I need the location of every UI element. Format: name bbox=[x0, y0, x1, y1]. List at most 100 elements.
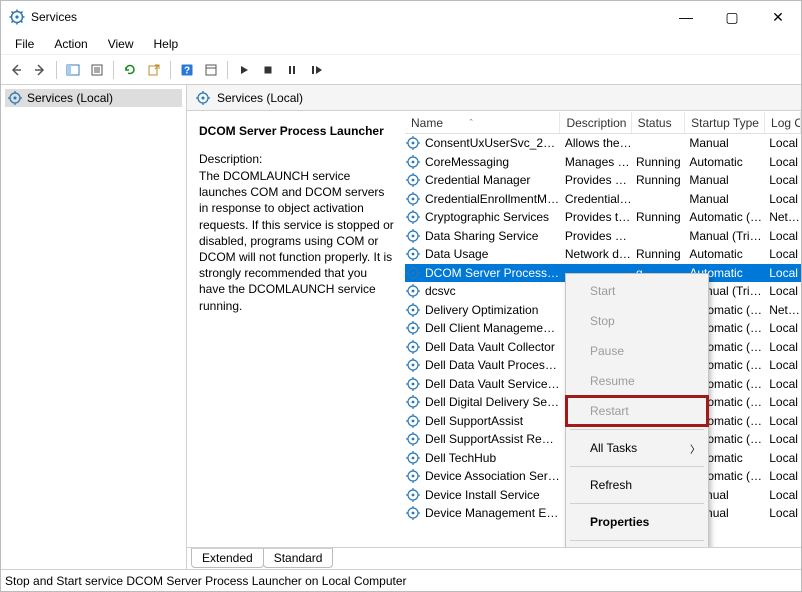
service-logon: Local bbox=[765, 266, 801, 280]
menu-help[interactable]: Help bbox=[144, 35, 189, 53]
column-header-description[interactable]: Description bbox=[560, 112, 631, 133]
menu-file[interactable]: File bbox=[5, 35, 44, 53]
export-list-button[interactable] bbox=[86, 59, 108, 81]
status-text: Stop and Start service DCOM Server Proce… bbox=[5, 574, 407, 588]
service-name: Dell Data Vault Collector bbox=[421, 340, 561, 354]
title-bar: Services — ▢ ✕ bbox=[1, 1, 801, 33]
service-logon: Local bbox=[765, 321, 801, 335]
service-logon: Local bbox=[765, 173, 801, 187]
scope-tree: Services (Local) bbox=[1, 85, 187, 569]
back-button[interactable] bbox=[5, 59, 27, 81]
menu-bar: File Action View Help bbox=[1, 33, 801, 55]
service-logon: Local bbox=[765, 192, 801, 206]
service-name: Delivery Optimization bbox=[421, 303, 561, 317]
gear-icon bbox=[405, 302, 421, 318]
service-logon: Local bbox=[765, 377, 801, 391]
gear-icon bbox=[405, 320, 421, 336]
service-logon: Local bbox=[765, 340, 801, 354]
service-logon: Local bbox=[765, 506, 801, 520]
service-description: Provides se… bbox=[561, 173, 632, 187]
service-name: Device Install Service bbox=[421, 488, 561, 502]
service-row[interactable]: CredentialEnrollmentMana…Credential E…Ma… bbox=[405, 190, 801, 209]
column-header-name[interactable]: Nameˆ bbox=[405, 112, 560, 133]
service-logon: Local bbox=[765, 229, 801, 243]
export-button[interactable] bbox=[143, 59, 165, 81]
view-tabs: Extended Standard bbox=[187, 547, 801, 569]
tree-node-label: Services (Local) bbox=[27, 91, 113, 105]
gear-icon bbox=[405, 339, 421, 355]
gear-icon bbox=[405, 505, 421, 521]
ctx-refresh[interactable]: Refresh bbox=[566, 470, 708, 500]
service-logon: Local bbox=[765, 488, 801, 502]
restart-service-button[interactable] bbox=[305, 59, 327, 81]
maximize-button[interactable]: ▢ bbox=[709, 1, 755, 33]
service-row[interactable]: Data UsageNetwork da…RunningAutomaticLoc… bbox=[405, 245, 801, 264]
service-logon: Network bbox=[765, 210, 801, 224]
gear-icon bbox=[405, 265, 421, 281]
properties-button[interactable] bbox=[200, 59, 222, 81]
ctx-all-tasks[interactable]: All Tasks〉 bbox=[566, 433, 708, 463]
selected-service-name: DCOM Server Process Launcher bbox=[199, 124, 395, 138]
service-logon: Network bbox=[765, 303, 801, 317]
gear-icon bbox=[405, 394, 421, 410]
gear-icon bbox=[405, 154, 421, 170]
service-list[interactable]: ConsentUxUserSvc_2c3a7Allows the s… Manua… bbox=[405, 134, 801, 547]
service-description: Credential E… bbox=[561, 192, 632, 206]
service-logon: Local bbox=[765, 155, 801, 169]
menu-action[interactable]: Action bbox=[44, 35, 97, 53]
ctx-start: Start bbox=[566, 276, 708, 306]
result-pane: Services (Local) DCOM Server Process Lau… bbox=[187, 85, 801, 569]
menu-view[interactable]: View bbox=[98, 35, 144, 53]
description-text: The DCOMLAUNCH service launches COM and … bbox=[199, 168, 395, 314]
ctx-restart: Restart bbox=[566, 396, 708, 426]
ctx-help[interactable]: Help bbox=[566, 544, 708, 547]
ctx-properties[interactable]: Properties bbox=[566, 507, 708, 537]
service-logon: Local bbox=[765, 284, 801, 298]
service-name: CoreMessaging bbox=[421, 155, 561, 169]
service-logon: Local bbox=[765, 136, 801, 150]
service-row[interactable]: Credential ManagerProvides se…RunningMan… bbox=[405, 171, 801, 190]
help-button[interactable]: ? bbox=[176, 59, 198, 81]
service-row[interactable]: ConsentUxUserSvc_2c3a7Allows the s… Manua… bbox=[405, 134, 801, 153]
service-name: Cryptographic Services bbox=[421, 210, 561, 224]
gear-icon bbox=[405, 209, 421, 225]
column-header-startup[interactable]: Startup Type bbox=[685, 112, 765, 133]
service-logon: Local bbox=[765, 451, 801, 465]
gear-icon bbox=[405, 487, 421, 503]
service-name: Dell TechHub bbox=[421, 451, 561, 465]
refresh-button[interactable] bbox=[119, 59, 141, 81]
service-startup: Automatic bbox=[685, 247, 765, 261]
service-row[interactable]: Data Sharing ServiceProvides da…Manual (… bbox=[405, 227, 801, 246]
service-row[interactable]: CoreMessagingManages co…RunningAutomatic… bbox=[405, 153, 801, 172]
stop-service-button[interactable] bbox=[257, 59, 279, 81]
gear-icon bbox=[405, 191, 421, 207]
service-name: Dell SupportAssist bbox=[421, 414, 561, 428]
service-name: Dell Digital Delivery Services bbox=[421, 395, 561, 409]
pause-service-button[interactable] bbox=[281, 59, 303, 81]
gear-icon bbox=[405, 468, 421, 484]
close-button[interactable]: ✕ bbox=[755, 1, 801, 33]
minimize-button[interactable]: — bbox=[663, 1, 709, 33]
gear-icon bbox=[405, 283, 421, 299]
ctx-resume: Resume bbox=[566, 366, 708, 396]
service-logon: Local bbox=[765, 395, 801, 409]
column-header-logon[interactable]: Log On As bbox=[765, 112, 801, 133]
service-row[interactable]: Cryptographic ServicesProvides thr…Runni… bbox=[405, 208, 801, 227]
service-name: Device Association Service bbox=[421, 469, 561, 483]
service-startup: Manual bbox=[685, 136, 765, 150]
start-service-button[interactable] bbox=[233, 59, 255, 81]
service-name: Device Management Enroll… bbox=[421, 506, 561, 520]
service-description: Allows the s… bbox=[561, 136, 632, 150]
tab-extended[interactable]: Extended bbox=[191, 548, 264, 568]
service-name: CredentialEnrollmentMana… bbox=[421, 192, 561, 206]
show-hide-tree-button[interactable] bbox=[62, 59, 84, 81]
gear-icon bbox=[405, 431, 421, 447]
service-startup: Manual bbox=[685, 173, 765, 187]
tab-standard[interactable]: Standard bbox=[263, 548, 334, 568]
column-header-status[interactable]: Status bbox=[632, 112, 686, 133]
gear-icon bbox=[405, 228, 421, 244]
service-name: ConsentUxUserSvc_2c3a7 bbox=[421, 136, 561, 150]
tree-node-services-local[interactable]: Services (Local) bbox=[5, 89, 182, 107]
forward-button[interactable] bbox=[29, 59, 51, 81]
status-bar: Stop and Start service DCOM Server Proce… bbox=[1, 569, 801, 591]
